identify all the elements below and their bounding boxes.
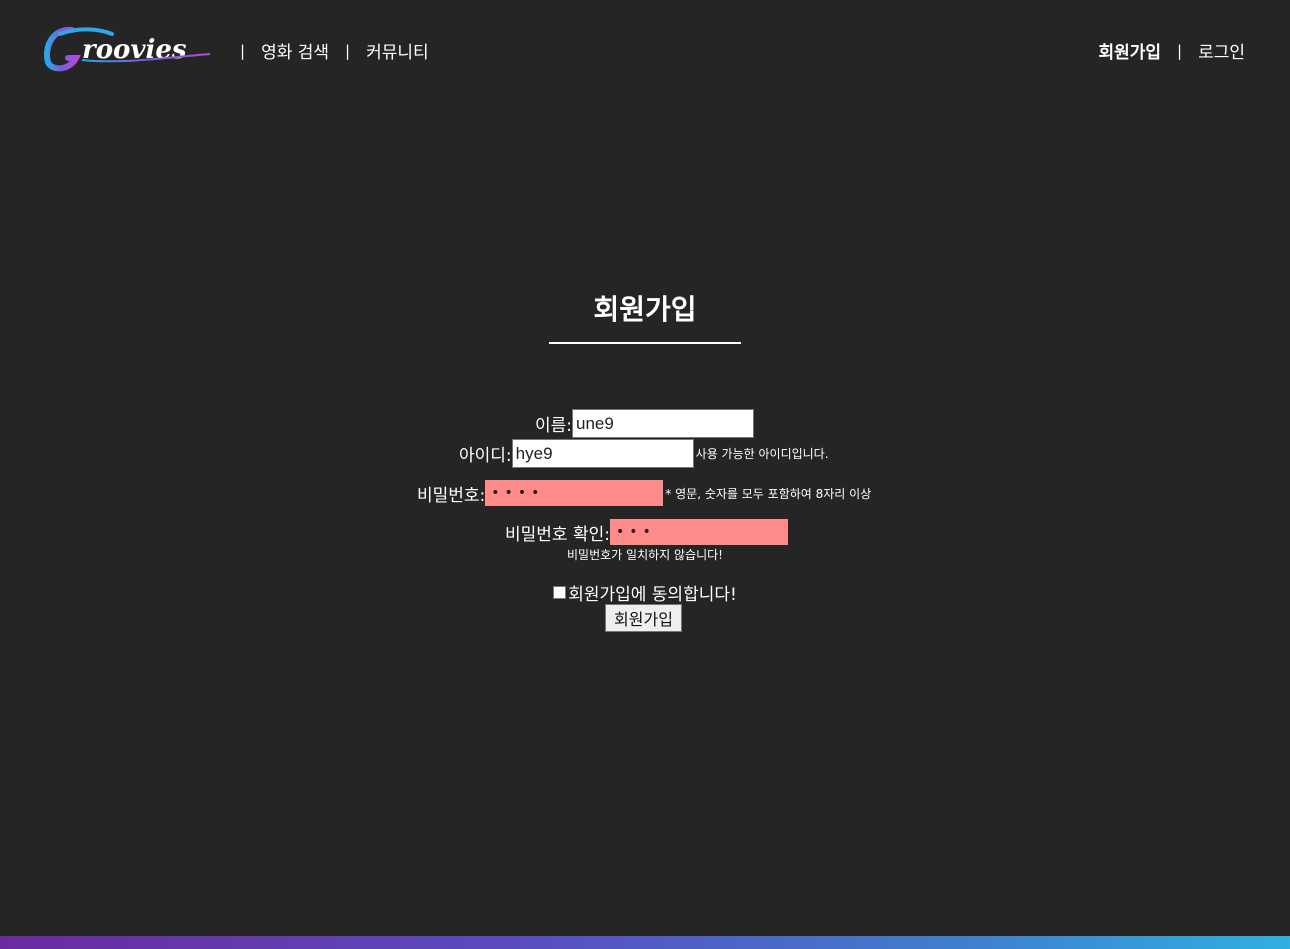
id-row: 아이디: 사용 가능한 아이디입니다. — [459, 439, 829, 468]
nav-left: | 영화 검색 | 커뮤니티 — [224, 38, 429, 64]
password-label: 비밀번호: — [417, 485, 486, 506]
nav-separator: | — [1177, 41, 1183, 60]
agree-label: 회원가입에 동의합니다! — [568, 585, 737, 605]
password-input[interactable] — [485, 480, 664, 506]
password-rule-hint: * 영문, 숫자를 모두 포함하여 8자리 이상 — [665, 486, 872, 501]
id-input[interactable] — [511, 439, 694, 468]
name-row: 이름: — [535, 409, 755, 438]
password-confirm-input[interactable] — [609, 519, 788, 545]
bottom-gradient-bar — [0, 936, 1290, 949]
password-confirm-label: 비밀번호 확인: — [505, 524, 610, 545]
nav-separator: | — [240, 41, 246, 60]
nav-login-link[interactable]: 로그인 — [1198, 38, 1245, 63]
name-label: 이름: — [535, 416, 573, 436]
password-mismatch-message: 비밀번호가 일치하지 않습니다! — [567, 548, 723, 562]
password-confirm-row: 비밀번호 확인: — [505, 519, 788, 545]
top-navigation: roovies | 영화 검색 | 커뮤니티 회원가입 | 로그인 — [0, 0, 1290, 100]
groovies-logo[interactable]: roovies — [42, 24, 214, 74]
nav-community-link[interactable]: 커뮤니티 — [366, 38, 429, 63]
password-row: 비밀번호: * 영문, 숫자를 모두 포함하여 8자리 이상 — [417, 480, 871, 506]
nav-signup-link[interactable]: 회원가입 — [1098, 38, 1161, 63]
nav-right: 회원가입 | 로그인 — [1098, 38, 1245, 64]
signup-submit-button[interactable]: 회원가입 — [605, 604, 682, 632]
name-input[interactable] — [572, 409, 755, 438]
page-title: 회원가입 — [593, 293, 697, 326]
id-label: 아이디: — [459, 446, 512, 466]
nav-movie-search-link[interactable]: 영화 검색 — [261, 38, 329, 63]
id-available-message: 사용 가능한 아이디입니다. — [695, 447, 829, 461]
nav-separator: | — [345, 41, 351, 60]
agree-row: 회원가입에 동의합니다! — [0, 580, 1290, 605]
title-section: 회원가입 — [0, 290, 1290, 344]
title-underline — [549, 342, 741, 344]
agree-checkbox[interactable] — [553, 586, 567, 599]
